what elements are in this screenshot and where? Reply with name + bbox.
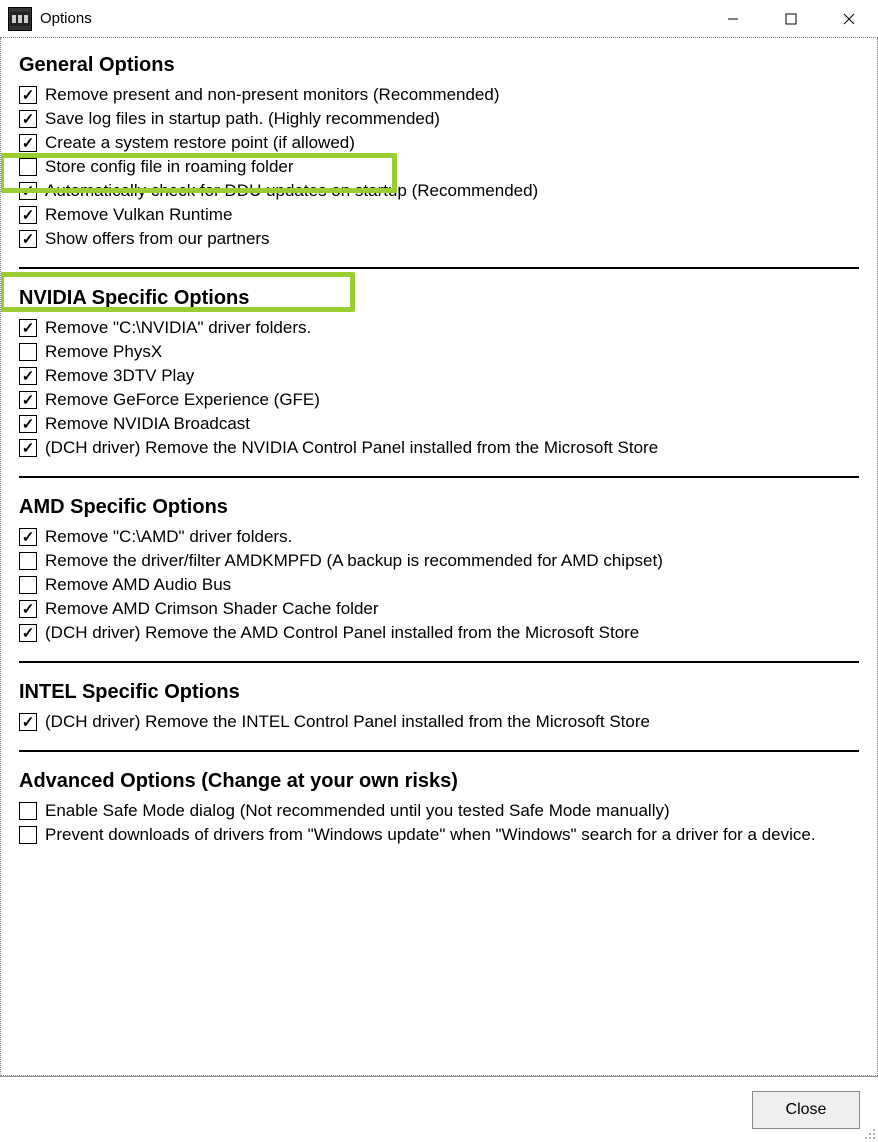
- option-label[interactable]: Prevent downloads of drivers from "Windo…: [45, 825, 816, 845]
- option-label[interactable]: Enable Safe Mode dialog (Not recommended…: [45, 801, 670, 821]
- option-row: Remove PhysX: [19, 340, 859, 364]
- minimize-button[interactable]: [704, 0, 762, 38]
- option-checkbox[interactable]: [19, 600, 37, 618]
- option-label[interactable]: Remove the driver/filter AMDKMPFD (A bac…: [45, 551, 663, 571]
- section-title: General Options: [19, 54, 859, 77]
- option-label[interactable]: Remove present and non-present monitors …: [45, 85, 500, 105]
- option-checkbox[interactable]: [19, 713, 37, 731]
- option-checkbox[interactable]: [19, 528, 37, 546]
- option-label[interactable]: (DCH driver) Remove the AMD Control Pane…: [45, 623, 639, 643]
- option-row: Remove Vulkan Runtime: [19, 203, 859, 227]
- footer-bar: Close: [0, 1076, 878, 1142]
- option-row: Remove 3DTV Play: [19, 364, 859, 388]
- window-title: Options: [40, 10, 92, 27]
- option-row: Automatically check for DDU updates on s…: [19, 179, 859, 203]
- section-title: INTEL Specific Options: [19, 681, 859, 704]
- option-label[interactable]: Remove AMD Audio Bus: [45, 575, 231, 595]
- option-row: (DCH driver) Remove the INTEL Control Pa…: [19, 710, 859, 734]
- app-icon: [8, 7, 32, 31]
- section-title: Advanced Options (Change at your own ris…: [19, 770, 859, 793]
- option-label[interactable]: Remove GeForce Experience (GFE): [45, 390, 320, 410]
- section-divider: [19, 267, 859, 269]
- close-window-button[interactable]: [820, 0, 878, 38]
- option-row: Store config file in roaming folder: [19, 155, 859, 179]
- titlebar[interactable]: Options: [0, 0, 878, 38]
- option-label[interactable]: Remove NVIDIA Broadcast: [45, 414, 250, 434]
- resize-grip-icon: [860, 1124, 876, 1140]
- option-label[interactable]: (DCH driver) Remove the NVIDIA Control P…: [45, 438, 658, 458]
- option-checkbox[interactable]: [19, 206, 37, 224]
- option-row: Prevent downloads of drivers from "Windo…: [19, 823, 859, 847]
- option-row: Remove AMD Crimson Shader Cache folder: [19, 597, 859, 621]
- option-row: Remove GeForce Experience (GFE): [19, 388, 859, 412]
- option-checkbox[interactable]: [19, 110, 37, 128]
- option-checkbox[interactable]: [19, 230, 37, 248]
- option-row: Save log files in startup path. (Highly …: [19, 107, 859, 131]
- option-checkbox[interactable]: [19, 415, 37, 433]
- option-checkbox[interactable]: [19, 319, 37, 337]
- close-button-label: Close: [786, 1101, 827, 1119]
- option-label[interactable]: Remove Vulkan Runtime: [45, 205, 232, 225]
- option-label[interactable]: Remove 3DTV Play: [45, 366, 194, 386]
- section-title: NVIDIA Specific Options: [19, 287, 859, 310]
- option-checkbox[interactable]: [19, 86, 37, 104]
- option-row: Remove "C:\NVIDIA" driver folders.: [19, 316, 859, 340]
- option-checkbox[interactable]: [19, 158, 37, 176]
- section-divider: [19, 750, 859, 752]
- option-checkbox[interactable]: [19, 367, 37, 385]
- option-label[interactable]: Save log files in startup path. (Highly …: [45, 109, 440, 129]
- option-row: Remove NVIDIA Broadcast: [19, 412, 859, 436]
- option-checkbox[interactable]: [19, 826, 37, 844]
- option-label[interactable]: Create a system restore point (if allowe…: [45, 133, 355, 153]
- option-label[interactable]: Remove "C:\AMD" driver folders.: [45, 527, 292, 547]
- option-label[interactable]: Remove "C:\NVIDIA" driver folders.: [45, 318, 311, 338]
- option-row: Show offers from our partners: [19, 227, 859, 251]
- option-checkbox[interactable]: [19, 624, 37, 642]
- option-label[interactable]: Remove AMD Crimson Shader Cache folder: [45, 599, 379, 619]
- option-row: Enable Safe Mode dialog (Not recommended…: [19, 799, 859, 823]
- close-button[interactable]: Close: [752, 1091, 860, 1129]
- section-title: AMD Specific Options: [19, 496, 859, 519]
- option-checkbox[interactable]: [19, 802, 37, 820]
- option-checkbox[interactable]: [19, 182, 37, 200]
- option-label[interactable]: Store config file in roaming folder: [45, 157, 294, 177]
- option-label[interactable]: Show offers from our partners: [45, 229, 270, 249]
- option-row: Remove AMD Audio Bus: [19, 573, 859, 597]
- section-divider: [19, 476, 859, 478]
- option-row: (DCH driver) Remove the NVIDIA Control P…: [19, 436, 859, 460]
- options-content: General Options Remove present and non-pr…: [0, 38, 878, 1076]
- option-checkbox[interactable]: [19, 552, 37, 570]
- option-row: (DCH driver) Remove the AMD Control Pane…: [19, 621, 859, 645]
- maximize-button[interactable]: [762, 0, 820, 38]
- option-row: Remove "C:\AMD" driver folders.: [19, 525, 859, 549]
- option-row: Remove present and non-present monitors …: [19, 83, 859, 107]
- option-checkbox[interactable]: [19, 343, 37, 361]
- option-row: Remove the driver/filter AMDKMPFD (A bac…: [19, 549, 859, 573]
- section-divider: [19, 661, 859, 663]
- option-label[interactable]: Remove PhysX: [45, 342, 162, 362]
- option-row: Create a system restore point (if allowe…: [19, 131, 859, 155]
- option-checkbox[interactable]: [19, 576, 37, 594]
- option-checkbox[interactable]: [19, 391, 37, 409]
- option-checkbox[interactable]: [19, 134, 37, 152]
- option-label[interactable]: Automatically check for DDU updates on s…: [45, 181, 538, 201]
- option-checkbox[interactable]: [19, 439, 37, 457]
- option-label[interactable]: (DCH driver) Remove the INTEL Control Pa…: [45, 712, 650, 732]
